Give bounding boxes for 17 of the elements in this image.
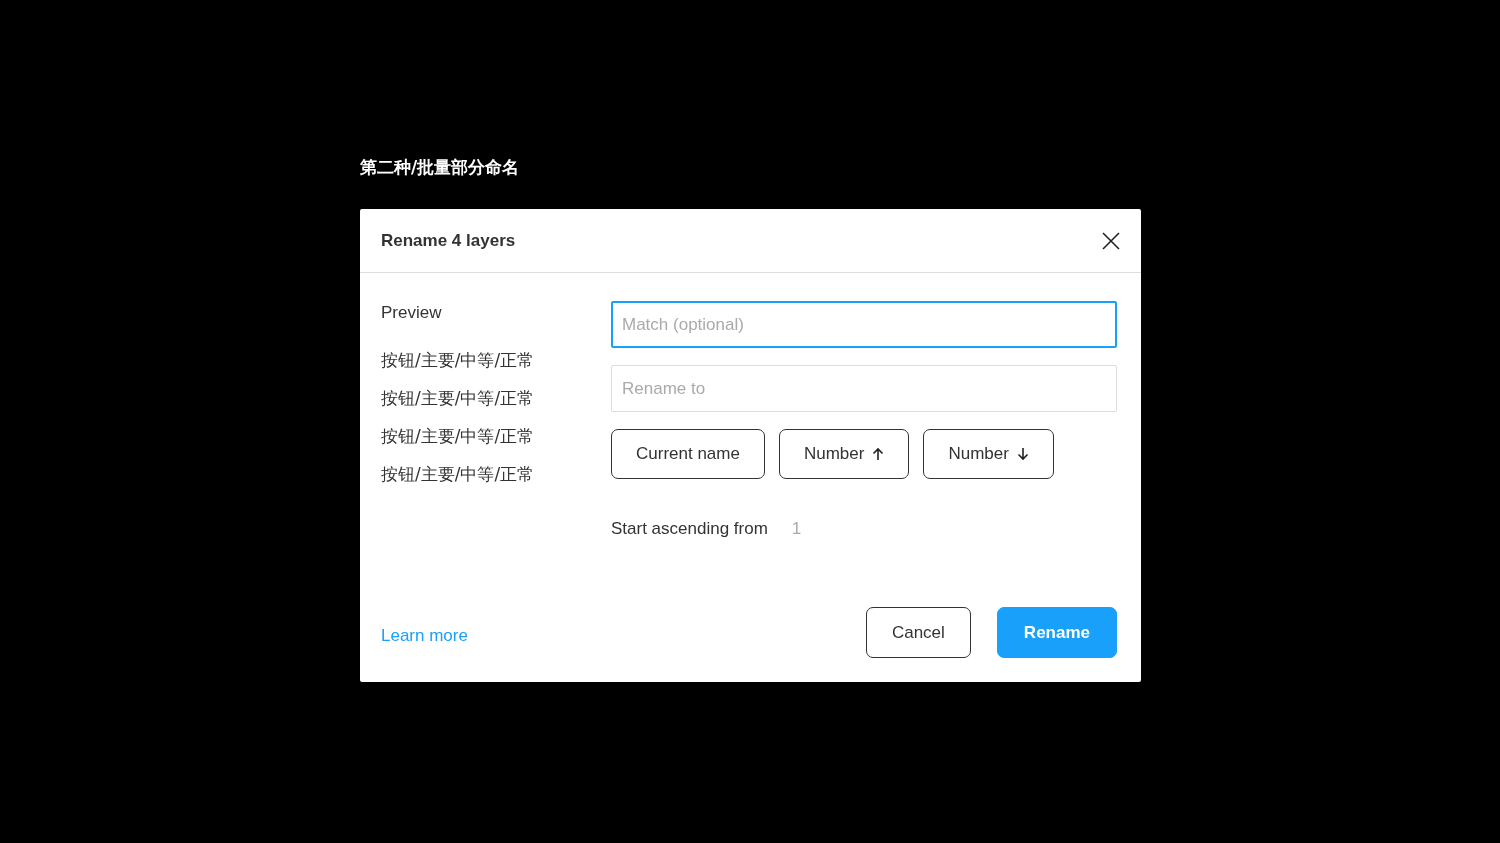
text-field[interactable]: Match (optional): [611, 301, 1117, 348]
preview-layer-name: 按钮/主要/中等/正常: [381, 425, 536, 448]
preview-layer-name: 按钮/主要/中等/正常: [381, 387, 536, 410]
preview-layer-name: 按钮/主要/中等/正常: [381, 463, 536, 486]
token-button[interactable]: Number: [923, 429, 1054, 479]
token-button[interactable]: Current name: [611, 429, 765, 479]
close-icon: [1101, 230, 1121, 251]
dialog-title: Rename 4 layers: [381, 230, 516, 251]
close-button[interactable]: [1101, 230, 1121, 251]
start-label: Start ascending from: [611, 519, 768, 539]
slide-heading: 第二种/批量部分命名: [360, 156, 521, 179]
cancel-button[interactable]: Cancel: [865, 607, 971, 658]
arrow-down-icon: [1016, 447, 1029, 461]
preview-layer-name: 按钮/主要/中等/正常: [381, 349, 536, 372]
preview-label: Preview: [381, 302, 443, 324]
arrow-up-icon: [872, 447, 885, 461]
token-button[interactable]: Number: [778, 429, 910, 479]
